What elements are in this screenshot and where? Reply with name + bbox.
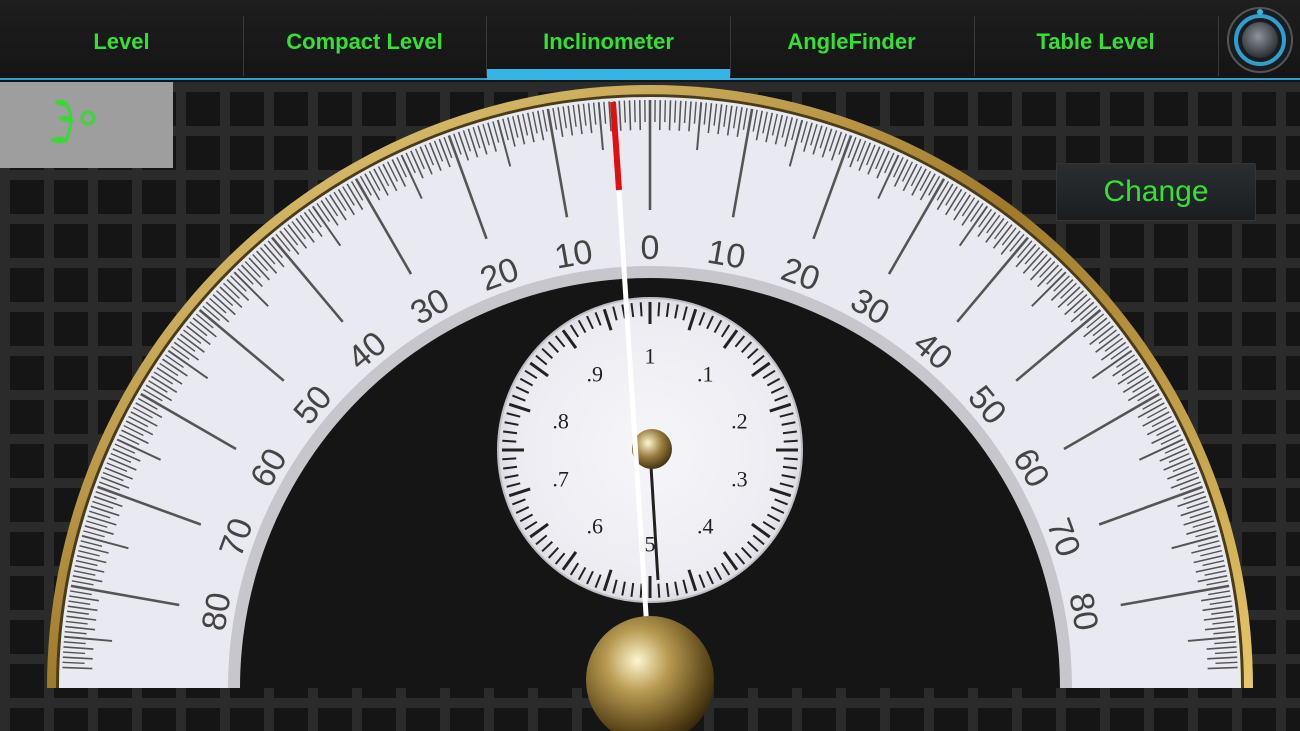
settings-knob-icon[interactable] <box>1226 6 1294 74</box>
scale-tick <box>62 661 85 665</box>
scale-label: 10 <box>552 233 596 277</box>
scale-tick <box>623 100 627 123</box>
decimal-dial-tick <box>783 457 798 461</box>
scale-tick <box>673 100 677 123</box>
decimal-dial-tick <box>639 583 643 598</box>
scale-tick <box>628 100 632 131</box>
scale-label: 80 <box>1061 590 1105 634</box>
tab-compact-level[interactable]: Compact Level <box>243 14 486 70</box>
tab-bar: Level Compact Level Inclinometer AngleFi… <box>0 0 1300 82</box>
scale-tick <box>62 666 93 670</box>
logo-panel[interactable] <box>0 82 173 168</box>
scale-label: 0 <box>641 229 660 267</box>
tab-anglefinder[interactable]: AngleFinder <box>730 14 973 70</box>
tab-inclinometer[interactable]: Inclinometer <box>487 14 730 70</box>
active-tab-indicator <box>487 69 730 80</box>
decimal-dial-label: .2 <box>731 408 748 433</box>
decimal-dial-tick <box>657 302 661 317</box>
decimal-dial-label: .6 <box>586 514 603 539</box>
decimal-dial-label: .9 <box>586 361 603 386</box>
tab-level[interactable]: Level <box>0 14 243 70</box>
scale-tick <box>1215 661 1238 665</box>
decimal-dial-label: .3 <box>731 467 748 492</box>
tab-separator <box>1218 16 1219 76</box>
inclinometer-dial: 0102030405060708010 20304050607080 1.1.2.… <box>47 85 1253 731</box>
decimal-dial-label: .1 <box>697 361 714 386</box>
scale-tick <box>658 100 662 131</box>
decimal-dial-tick <box>639 302 643 317</box>
decimal-dial-tick <box>783 439 798 443</box>
decimal-dial-tick <box>657 583 661 598</box>
scale-tick <box>668 100 672 131</box>
change-button[interactable]: Change <box>1056 163 1256 221</box>
decimal-dial-label: .4 <box>697 514 714 539</box>
green-leaf-logo-icon <box>50 99 96 144</box>
scale-tick <box>633 100 636 123</box>
decimal-dial-tick <box>502 457 517 461</box>
scale-tick <box>1207 666 1238 670</box>
decimal-dial-label: .7 <box>552 467 569 492</box>
scale-label: 80 <box>195 590 239 634</box>
scale-tick <box>664 100 667 123</box>
decimal-dial-tick <box>502 439 517 443</box>
decimal-dial-label: .8 <box>552 408 569 433</box>
tab-table-level[interactable]: Table Level <box>974 14 1217 70</box>
scale-label: 10 <box>704 233 748 277</box>
decimal-dial-label: 1 <box>645 344 656 369</box>
scale-tick <box>638 100 642 131</box>
